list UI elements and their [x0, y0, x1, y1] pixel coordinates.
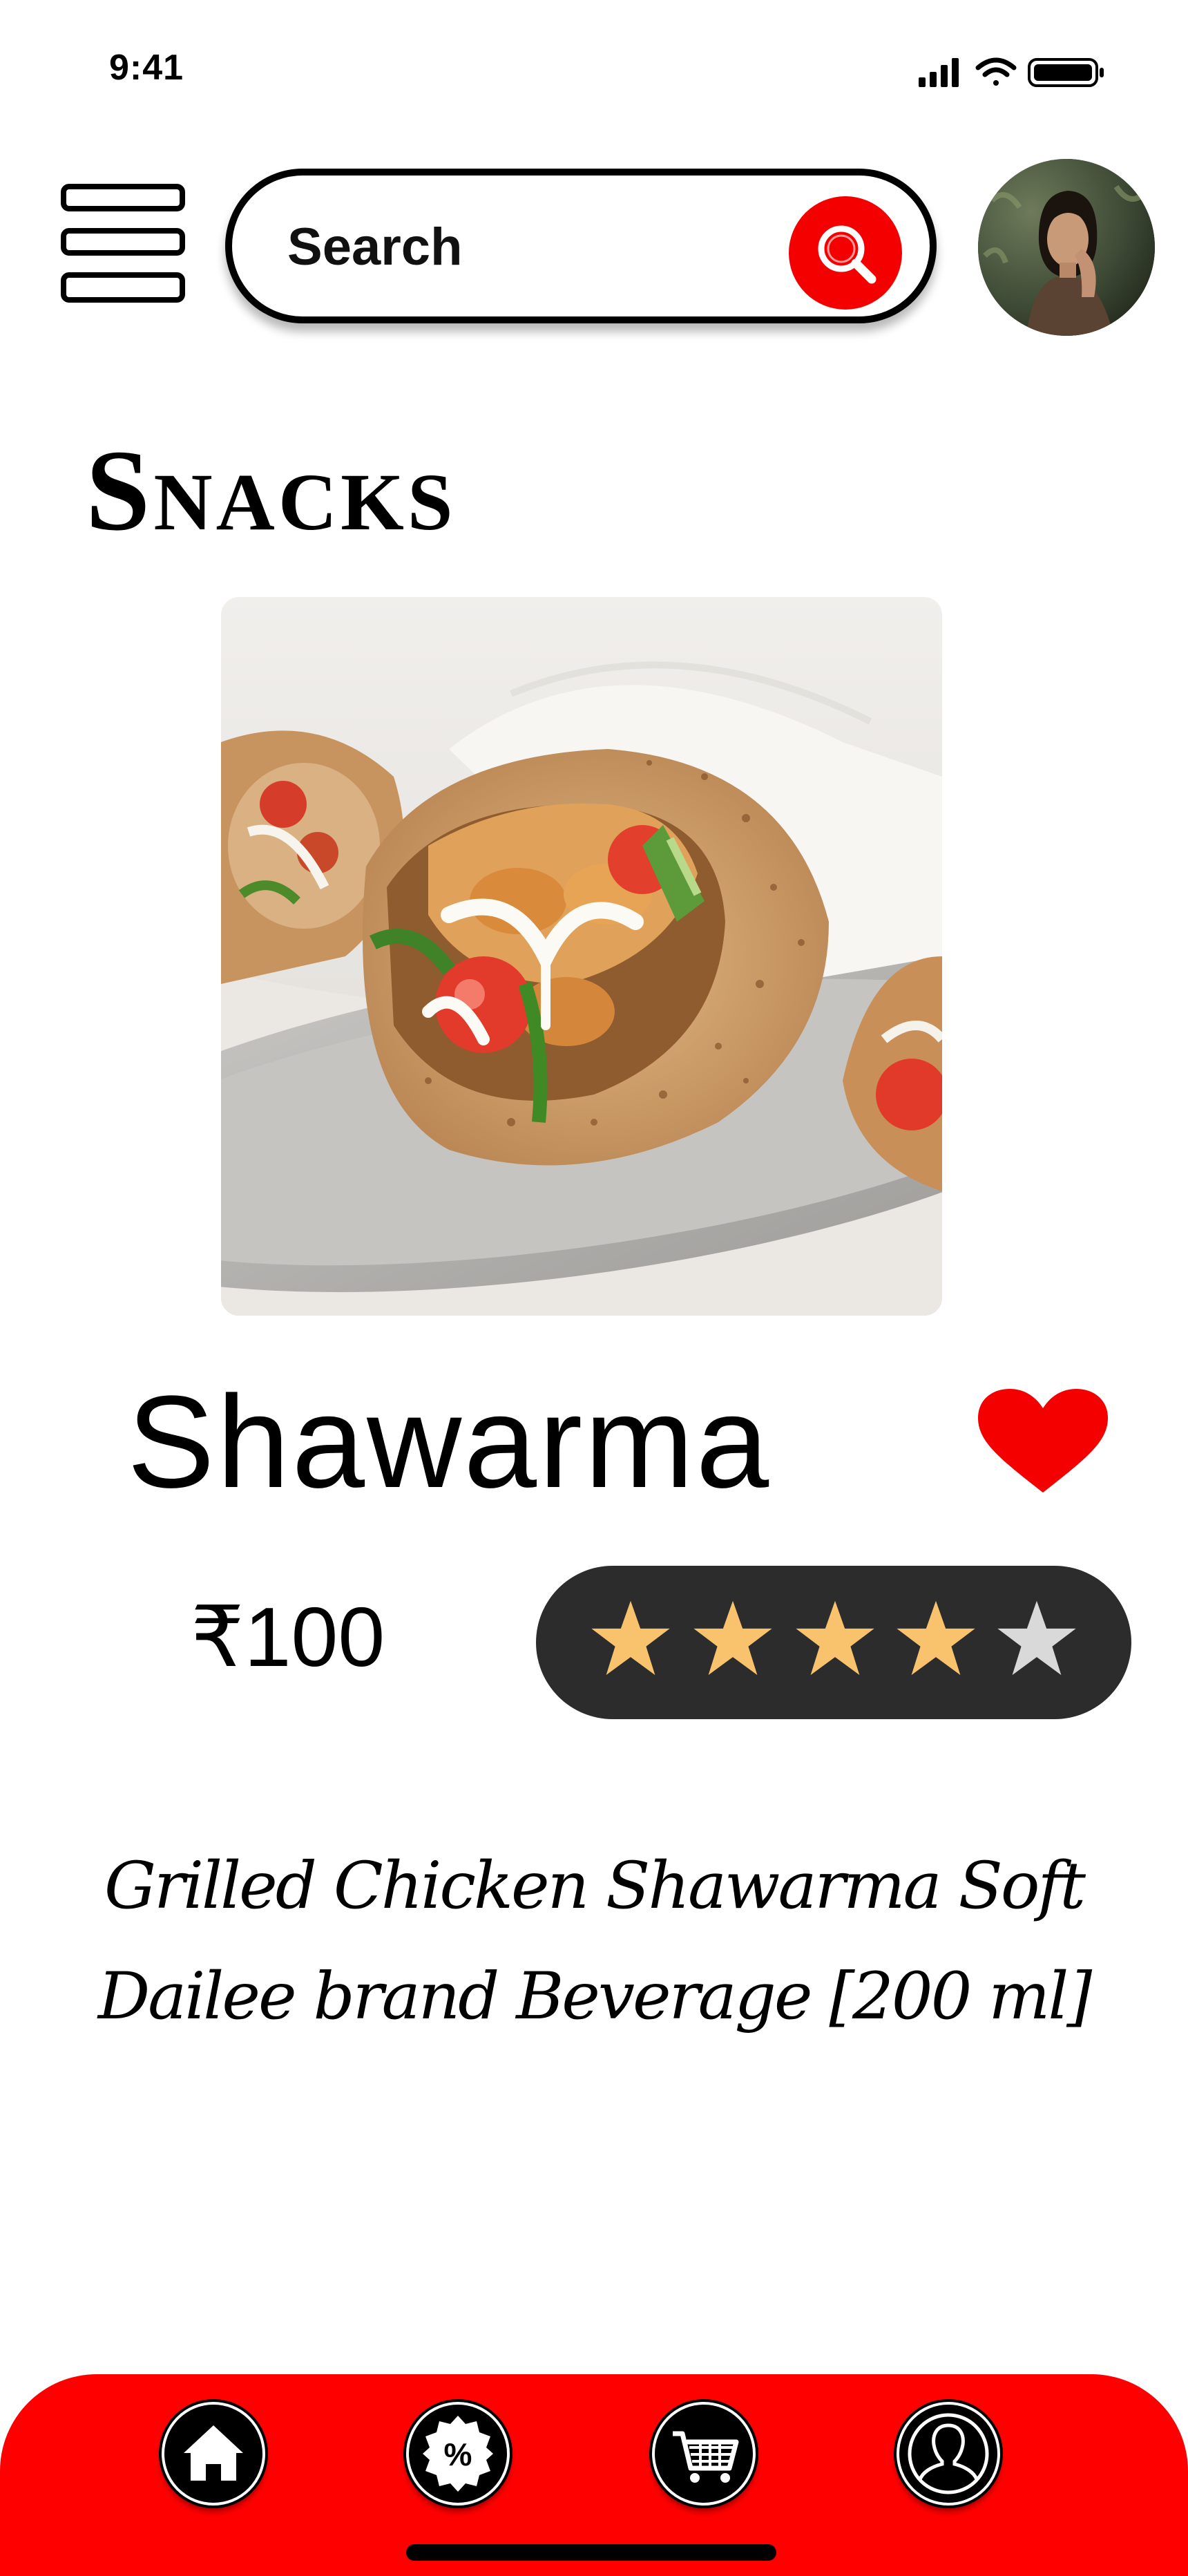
description-line: Dailee brand Beverage [200 ml] — [97, 1959, 1092, 2034]
food-image[interactable] — [221, 597, 942, 1316]
search-input[interactable] — [287, 216, 785, 278]
profile-icon — [908, 2413, 989, 2494]
home-icon — [184, 2425, 243, 2481]
nav-home-button[interactable] — [162, 2402, 265, 2506]
battery-icon — [1028, 58, 1104, 87]
status-icons — [919, 57, 1109, 88]
wifi-icon — [975, 57, 1017, 86]
star-icon — [897, 1600, 975, 1676]
star-empty-icon — [997, 1600, 1076, 1676]
favorite-button[interactable] — [978, 1389, 1108, 1495]
svg-text:%: % — [444, 2436, 472, 2472]
page-title: Snacks — [86, 426, 457, 555]
item-description: Grilled Chicken Shawarma Soft Dailee bra… — [83, 1831, 1105, 2052]
percent-discount-icon: % — [423, 2416, 493, 2492]
nav-offers-button[interactable]: % — [406, 2402, 510, 2506]
item-name: Shawarma — [127, 1369, 772, 1515]
heart-icon — [978, 1389, 1108, 1493]
user-avatar[interactable] — [978, 159, 1155, 336]
item-price: ₹100 — [191, 1590, 385, 1684]
status-time: 9:41 — [109, 48, 184, 88]
description-line: Grilled Chicken Shawarma Soft — [104, 1848, 1086, 1924]
search-icon — [818, 225, 876, 284]
signal-icon — [919, 58, 959, 87]
rating-stars[interactable] — [536, 1566, 1131, 1719]
home-indicator[interactable] — [406, 2544, 776, 2561]
menu-button[interactable] — [61, 184, 185, 308]
cart-icon — [673, 2431, 739, 2483]
star-icon — [693, 1600, 772, 1676]
search-button[interactable] — [789, 196, 902, 310]
nav-cart-button[interactable] — [652, 2402, 756, 2506]
nav-profile-button[interactable] — [897, 2402, 1000, 2506]
star-icon — [591, 1600, 670, 1676]
star-icon — [796, 1600, 874, 1676]
